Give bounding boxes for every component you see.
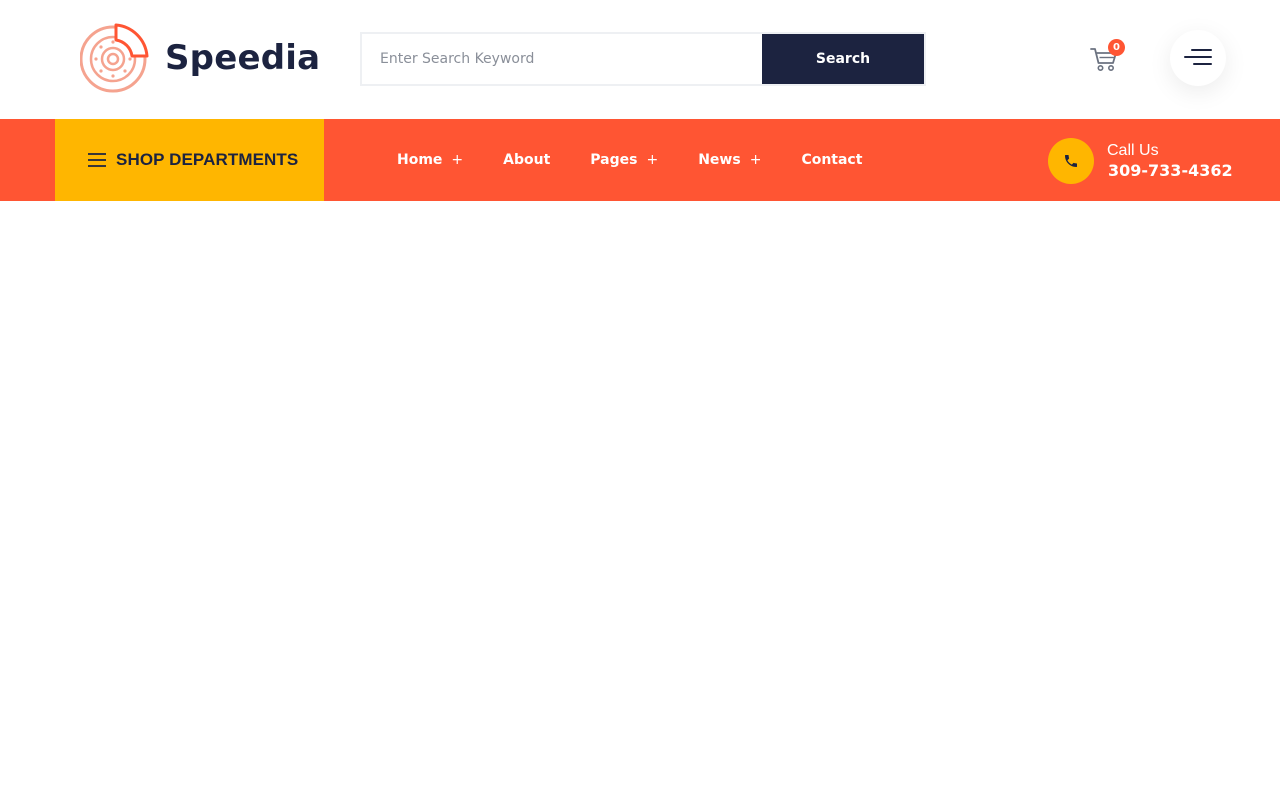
hamburger-icon (1184, 49, 1212, 65)
search-input[interactable] (362, 34, 762, 84)
site-name: Speedia (165, 38, 321, 78)
cart-button[interactable]: 0 (1090, 39, 1125, 74)
nav-item-label: About (503, 152, 551, 168)
search-button[interactable]: Search (762, 34, 924, 84)
plus-icon: + (646, 152, 659, 168)
search-form: Search (360, 32, 926, 86)
nav-item-label: Pages (590, 152, 638, 168)
cart-count-badge: 0 (1108, 39, 1125, 56)
nav-item-label: Contact (801, 152, 863, 168)
nav-item-contact[interactable]: Contact (801, 152, 862, 168)
call-us-label: Call Us (1107, 142, 1159, 159)
call-us-block: Call Us 309-733-4362 (1048, 138, 1233, 184)
plus-icon: + (451, 152, 464, 168)
hamburger-icon (88, 153, 106, 167)
nav-item-pages[interactable]: Pages + (590, 152, 658, 168)
menu-toggle-button[interactable] (1170, 30, 1226, 86)
nav-menu: Home + About Pages + News + Contact (397, 119, 902, 201)
nav-item-news[interactable]: News + (698, 152, 761, 168)
nav-item-home[interactable]: Home + (397, 152, 463, 168)
call-text: Call Us 309-733-4362 (1107, 141, 1233, 181)
shop-departments-button[interactable]: SHOP DEPARTMENTS (55, 119, 324, 201)
plus-icon: + (749, 152, 762, 168)
call-button[interactable] (1048, 138, 1094, 184)
shop-departments-label: SHOP DEPARTMENTS (116, 150, 299, 169)
brake-disc-icon (80, 23, 149, 93)
nav-item-label: News (698, 152, 741, 168)
top-header: Speedia Search 0 (0, 0, 1280, 119)
nav-item-about[interactable]: About (503, 152, 550, 168)
phone-icon (1065, 155, 1077, 167)
phone-number-link[interactable]: 309-733-4362 (1108, 161, 1233, 181)
nav-item-label: Home (397, 152, 443, 168)
site-logo[interactable]: Speedia (80, 22, 320, 94)
